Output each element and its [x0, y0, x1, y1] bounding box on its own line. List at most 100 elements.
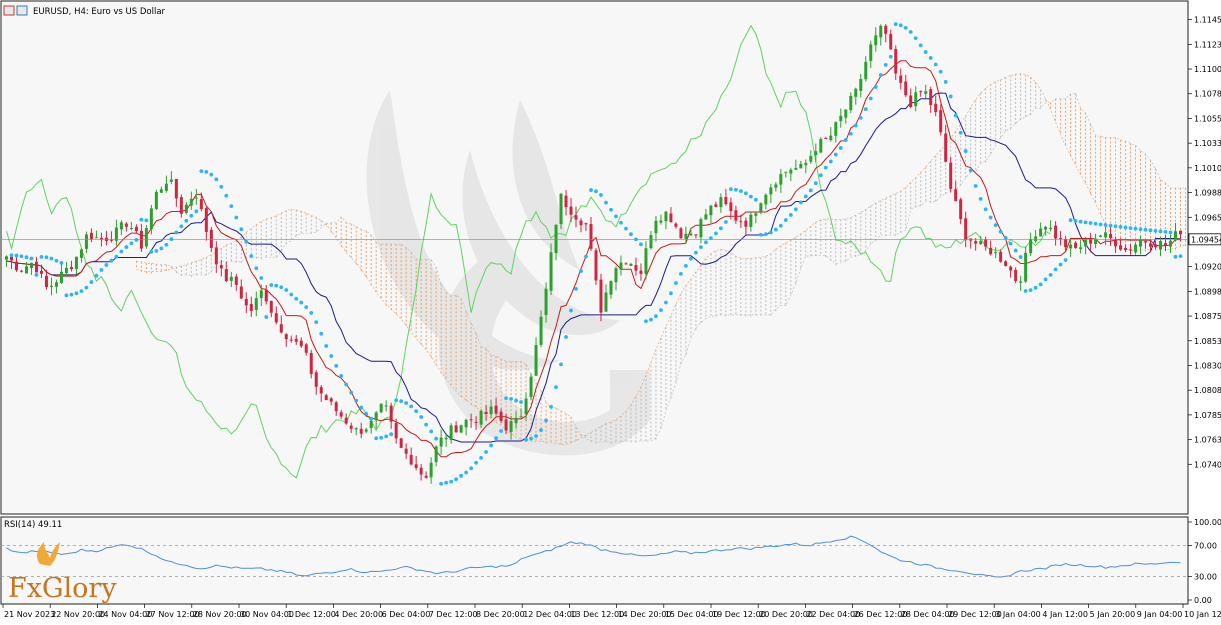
- sar-dot: [419, 415, 424, 419]
- sar-dot: [1073, 219, 1078, 223]
- candle-body: [919, 91, 923, 93]
- candle-body: [309, 352, 313, 374]
- sar-dot: [514, 398, 518, 403]
- candle-body: [589, 223, 593, 249]
- sar-dot: [833, 152, 838, 157]
- candle-body: [1034, 236, 1038, 242]
- candle-body: [784, 171, 788, 173]
- candle-body: [179, 197, 183, 214]
- price-tick-label: 1.11230: [1194, 40, 1221, 49]
- candle-body: [1124, 247, 1128, 251]
- sar-dot: [679, 271, 683, 276]
- time-tick-label: 28 Nov 20:00: [193, 610, 247, 619]
- sar-dot: [788, 213, 793, 217]
- candle-body: [109, 239, 113, 241]
- time-tick-label: 22 Dec 04:00: [806, 610, 860, 619]
- sar-dot: [843, 138, 848, 142]
- candle-body: [764, 194, 768, 205]
- candle-body: [989, 248, 993, 255]
- candle-body: [1179, 230, 1183, 235]
- candle-body: [939, 110, 943, 133]
- time-tick-label: 24 Nov 04:00: [98, 610, 152, 619]
- sar-dot: [968, 168, 973, 173]
- sar-dot: [664, 300, 668, 305]
- sar-dot: [838, 146, 843, 150]
- time-tick-label: 5 Jan 20:00: [1090, 610, 1136, 619]
- time-tick-label: 6 Dec 04:00: [382, 610, 431, 619]
- sar-dot: [778, 223, 783, 228]
- sar-dot: [1058, 262, 1063, 267]
- price-tick-label: 1.07630: [1194, 436, 1221, 445]
- sar-dot: [1168, 230, 1173, 235]
- candle-body: [669, 213, 673, 223]
- candle-body: [74, 256, 78, 270]
- candle-body: [744, 220, 748, 227]
- candle-body: [579, 220, 583, 226]
- candle-body: [209, 229, 213, 248]
- sar-dot: [114, 254, 119, 259]
- candle-body: [424, 475, 428, 478]
- sar-dot: [888, 54, 893, 59]
- sar-dot: [883, 62, 888, 67]
- sar-dot: [1133, 226, 1138, 231]
- logo-text: FxGlory: [8, 573, 117, 604]
- candle-body: [949, 162, 953, 189]
- candle-body: [369, 420, 373, 429]
- candle-body: [1149, 243, 1153, 247]
- candle-body: [984, 239, 988, 247]
- sar-dot: [454, 477, 459, 482]
- candle-body: [349, 425, 353, 429]
- sar-dot: [748, 194, 753, 199]
- sar-dot: [124, 245, 129, 249]
- candle-body: [859, 79, 863, 91]
- sar-dot: [74, 291, 79, 296]
- sar-dot: [59, 260, 64, 265]
- candle-body: [559, 193, 563, 225]
- candle-body: [1064, 239, 1068, 248]
- chart-window-icon[interactable]: [3, 5, 15, 16]
- sar-dot: [179, 224, 184, 229]
- sar-dot: [1138, 227, 1143, 232]
- sar-dot: [1143, 227, 1148, 232]
- sar-dot: [324, 344, 329, 348]
- candle-body: [484, 411, 488, 414]
- sar-dot: [259, 276, 264, 280]
- sar-dot: [963, 149, 968, 153]
- sar-dot: [199, 169, 204, 174]
- candle-body: [649, 235, 653, 249]
- candle-body: [779, 174, 783, 185]
- candle-body: [549, 252, 553, 291]
- sar-dot: [644, 319, 648, 324]
- sar-dot: [763, 232, 768, 237]
- price-tick-label: 1.08080: [1194, 386, 1221, 395]
- sar-dot: [404, 401, 409, 405]
- candle-body: [239, 286, 243, 299]
- candle-body: [514, 417, 518, 424]
- sar-dot: [439, 481, 444, 486]
- time-tick-label: 7 Dec 12:00: [429, 610, 478, 619]
- sar-dot: [254, 266, 259, 271]
- sar-dot: [948, 94, 953, 99]
- sar-dot: [174, 230, 179, 235]
- sar-dot: [584, 254, 588, 259]
- candle-body: [404, 448, 408, 454]
- sar-dot: [194, 209, 199, 214]
- candle-body: [1084, 239, 1088, 247]
- sar-dot: [24, 255, 29, 260]
- sar-dot: [878, 73, 883, 77]
- candle-body: [1009, 266, 1013, 271]
- sar-dot: [933, 62, 938, 67]
- price-tick-label: 1.09205: [1194, 263, 1221, 272]
- candle-body: [4, 256, 8, 260]
- candle-body: [34, 261, 38, 273]
- sar-dot: [224, 193, 229, 198]
- candle-body: [249, 303, 253, 312]
- candle-body: [1169, 240, 1173, 247]
- current-price-label: 1.09454: [1191, 235, 1221, 244]
- candle-body: [699, 219, 703, 238]
- price-tick-label: 1.08530: [1194, 337, 1221, 346]
- candle-body: [829, 135, 833, 141]
- candle-body: [914, 92, 918, 107]
- sar-dot: [953, 113, 958, 118]
- chart-symbol-icon[interactable]: [16, 5, 28, 16]
